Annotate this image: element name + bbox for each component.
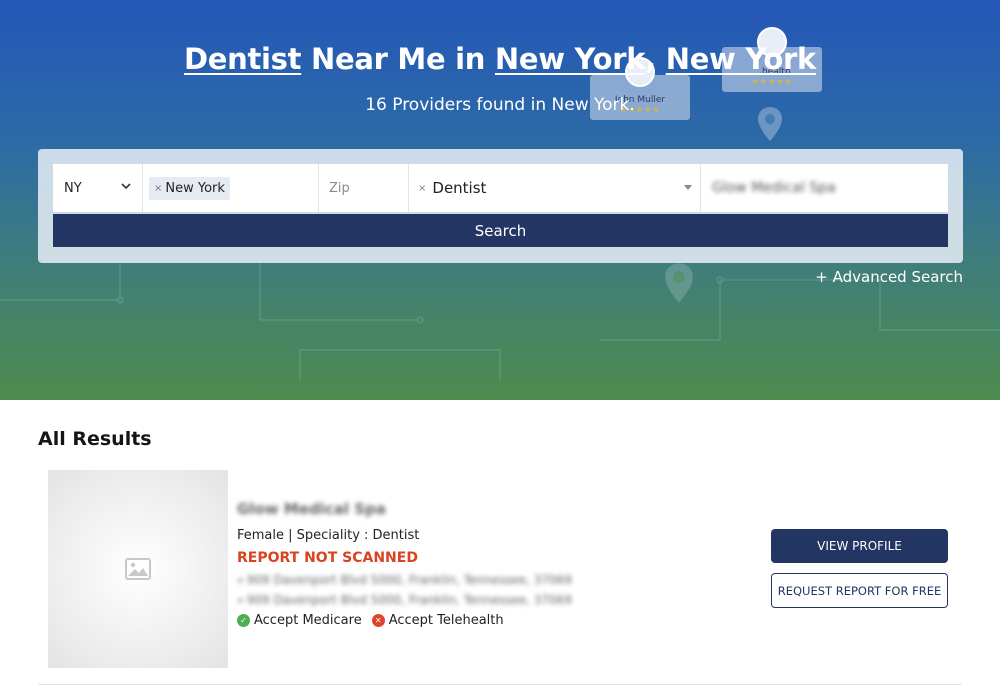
search-panel: NY × New York × Dentist Glow Medical Spa… <box>38 149 963 263</box>
speciality-value: Dentist <box>432 179 487 197</box>
page-title: Dentist Near Me in New York, New York <box>0 42 1000 76</box>
provider-name-field[interactable]: Glow Medical Spa <box>701 164 948 212</box>
provider-card: Glow Medical Spa Female | Speciality : D… <box>38 460 962 682</box>
image-placeholder-icon <box>125 558 151 580</box>
medicare-label: Accept Medicare <box>254 613 362 628</box>
provider-meta: Female | Speciality : Dentist <box>237 528 420 543</box>
zip-field[interactable] <box>319 164 409 212</box>
check-icon: ✓ <box>237 614 250 627</box>
address-text: 909 Davenport Blvd 5000, Franklin, Tenne… <box>246 593 572 607</box>
provider-info: Glow Medical Spa Female | Speciality : D… <box>237 500 657 628</box>
accepts-row: ✓ Accept Medicare ✕ Accept Telehealth <box>237 613 657 628</box>
results-count: 16 Providers found in New York. <box>365 95 635 115</box>
advanced-search-link[interactable]: + Advanced Search <box>815 268 963 286</box>
title-link-state[interactable]: New York <box>666 42 817 76</box>
request-report-button[interactable]: REQUEST REPORT FOR FREE <box>771 573 948 608</box>
provider-name[interactable]: Glow Medical Spa <box>237 500 657 520</box>
telehealth-badge: ✕ Accept Telehealth <box>371 613 504 628</box>
report-status: REPORT NOT SCANNED <box>237 550 418 566</box>
speciality-select[interactable]: × Dentist <box>409 164 701 212</box>
clear-selection-icon[interactable]: × <box>418 183 426 194</box>
rating-stars: ★★★★★ <box>751 77 793 86</box>
state-value: NY <box>64 180 82 196</box>
search-fields-row: NY × New York × Dentist Glow Medical Spa <box>53 164 948 212</box>
address-line: ⌖ 909 Davenport Blvd 5000, Franklin, Ten… <box>237 572 657 588</box>
address-line: ⌖ 909 Davenport Blvd 5000, Franklin, Ten… <box>237 592 657 608</box>
cross-icon: ✕ <box>371 614 385 627</box>
city-select[interactable]: × New York <box>143 164 319 212</box>
map-pin-icon <box>665 263 693 303</box>
city-tag-label: New York <box>165 180 225 196</box>
location-icon: ⌖ <box>237 572 244 587</box>
search-button[interactable]: Search <box>53 214 948 247</box>
location-icon: ⌖ <box>237 592 244 607</box>
state-select[interactable]: NY <box>53 164 143 212</box>
provider-name-value: Glow Medical Spa <box>712 180 836 196</box>
zip-input[interactable] <box>329 180 404 196</box>
results-divider <box>38 684 962 685</box>
telehealth-label: Accept Telehealth <box>388 613 504 628</box>
remove-tag-icon[interactable]: × <box>154 183 162 194</box>
caret-down-icon <box>684 185 692 190</box>
title-comma: , <box>645 42 666 76</box>
chevron-down-icon <box>121 183 131 190</box>
results-heading: All Results <box>38 428 152 450</box>
title-link-city[interactable]: New York <box>495 42 646 76</box>
view-profile-button[interactable]: VIEW PROFILE <box>771 529 948 563</box>
address-text: 909 Davenport Blvd 5000, Franklin, Tenne… <box>246 573 572 587</box>
title-text: Near Me in <box>301 42 495 76</box>
medicare-badge: ✓ Accept Medicare <box>237 613 362 628</box>
title-link-speciality[interactable]: Dentist <box>184 42 302 76</box>
city-tag: × New York <box>149 176 230 200</box>
provider-photo-placeholder <box>48 470 228 668</box>
